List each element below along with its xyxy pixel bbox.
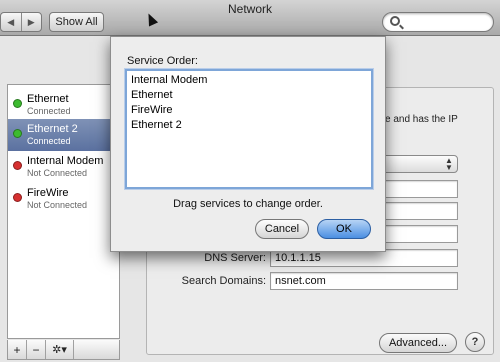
sidebar-item-ethernet-2[interactable]: Ethernet 2 Connected <box>8 119 119 151</box>
search-icon <box>390 16 400 26</box>
cancel-button[interactable]: Cancel <box>255 219 309 239</box>
dns-server-label: DNS Server: <box>204 252 266 264</box>
nav-buttons: ◀ ▶ <box>0 12 42 32</box>
drag-hint: Drag services to change order. <box>173 198 323 210</box>
search-domains-label: Search Domains: <box>181 275 266 287</box>
sidebar-item-ethernet[interactable]: Ethernet Connected <box>8 89 119 121</box>
service-name: Ethernet <box>27 93 69 105</box>
status-dot-icon <box>13 193 22 202</box>
sidebar-footer: + − ✲▾ <box>7 340 120 360</box>
forward-button[interactable]: ▶ <box>20 13 42 31</box>
list-item[interactable]: Ethernet 2 <box>131 119 182 131</box>
back-button[interactable]: ◀ <box>1 13 21 31</box>
sidebar-item-internal-modem[interactable]: Internal Modem Not Connected <box>8 151 119 183</box>
status-dot-icon <box>13 129 22 138</box>
service-status: Connected <box>27 136 71 146</box>
list-item[interactable]: Internal Modem <box>131 74 207 86</box>
service-name: FireWire <box>27 187 69 199</box>
service-status: Not Connected <box>27 168 88 178</box>
sheet-title: Service Order: <box>127 55 198 67</box>
sidebar-item-firewire[interactable]: FireWire Not Connected <box>8 183 119 215</box>
advanced-button[interactable]: Advanced... <box>379 333 457 353</box>
status-description: e and has the IP <box>385 114 458 125</box>
action-menu-button[interactable]: ✲▾ <box>46 340 74 359</box>
show-all-button[interactable]: Show All <box>49 12 104 32</box>
help-button[interactable]: ? <box>465 332 485 352</box>
status-dot-icon <box>13 99 22 108</box>
service-order-sheet: Service Order: Internal Modem Ethernet F… <box>110 36 386 252</box>
service-list[interactable]: Ethernet Connected Ethernet 2 Connected … <box>7 84 120 339</box>
service-order-list[interactable]: Internal Modem Ethernet FireWire Etherne… <box>125 69 373 189</box>
search-domains-field[interactable]: nsnet.com <box>270 272 458 290</box>
service-status: Connected <box>27 106 71 116</box>
window-titlebar: Network ◀ ▶ Show All <box>0 0 500 36</box>
status-dot-icon <box>13 161 22 170</box>
ok-button[interactable]: OK <box>317 219 371 239</box>
add-service-button[interactable]: + <box>8 340 27 359</box>
popup-arrows-icon: ▲ ▼ <box>445 156 453 172</box>
service-name: Ethernet 2 <box>27 123 78 135</box>
service-status: Not Connected <box>27 200 88 210</box>
list-item[interactable]: FireWire <box>131 104 173 116</box>
service-name: Internal Modem <box>27 155 104 167</box>
list-item[interactable]: Ethernet <box>131 89 173 101</box>
search-field[interactable] <box>382 12 494 32</box>
remove-service-button[interactable]: − <box>27 340 46 359</box>
